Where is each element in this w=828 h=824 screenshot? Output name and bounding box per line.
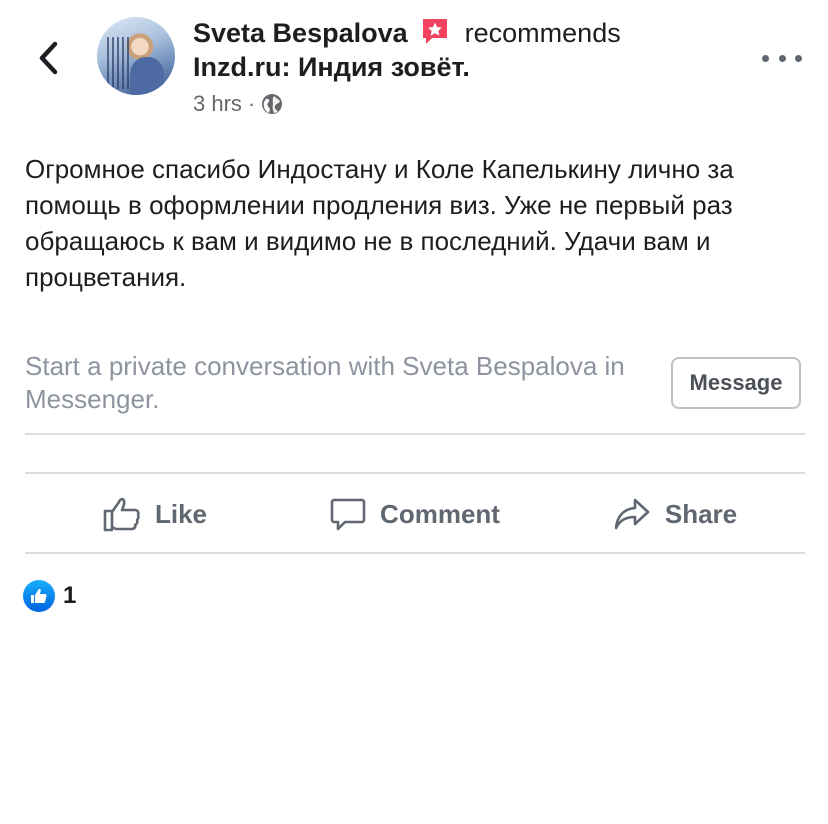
messenger-prompt-row: Start a private conversation with Sveta … [25,350,805,416]
post-header: Sveta Bespalova recommends Inzd.ru: Инди… [193,16,753,122]
like-reaction-icon [23,580,55,612]
share-label: Share [664,498,738,529]
messenger-prompt-text: Start a private conversation with Sveta … [25,351,625,414]
author-name[interactable]: Sveta Bespalova [193,18,408,48]
chevron-left-icon [39,41,58,75]
author-avatar[interactable] [97,17,175,95]
reactions-summary[interactable]: 1 [23,580,76,612]
post-body: Огромное спасибо Индостану и Коле Капель… [25,154,734,292]
divider [25,433,805,435]
post-meta: 3 hrs · [193,86,753,122]
globe-icon [262,94,283,114]
share-arrow-icon [614,498,650,530]
more-options-button[interactable] [762,48,802,68]
more-dots-icon [762,54,769,62]
divider [25,472,805,474]
post-actions-bar: Like Comment Share [25,475,805,553]
meta-separator: · [247,91,256,116]
share-button[interactable]: Share [545,497,805,531]
reaction-count: 1 [63,582,77,609]
comment-bubble-icon [330,498,366,531]
like-button[interactable]: Like [25,496,285,532]
divider [25,552,805,554]
recommends-text: recommends [464,18,621,48]
timestamp[interactable]: 3 hrs [193,86,242,122]
back-button[interactable] [30,38,66,78]
comment-button[interactable]: Comment [285,496,545,532]
message-button[interactable]: Message [671,357,801,409]
page-name[interactable]: Inzd.ru: Индия зовёт. [193,50,753,84]
star-badge-icon [419,16,451,46]
like-label: Like [154,498,208,529]
thumbs-up-icon [103,497,140,532]
comment-label: Comment [380,498,500,529]
